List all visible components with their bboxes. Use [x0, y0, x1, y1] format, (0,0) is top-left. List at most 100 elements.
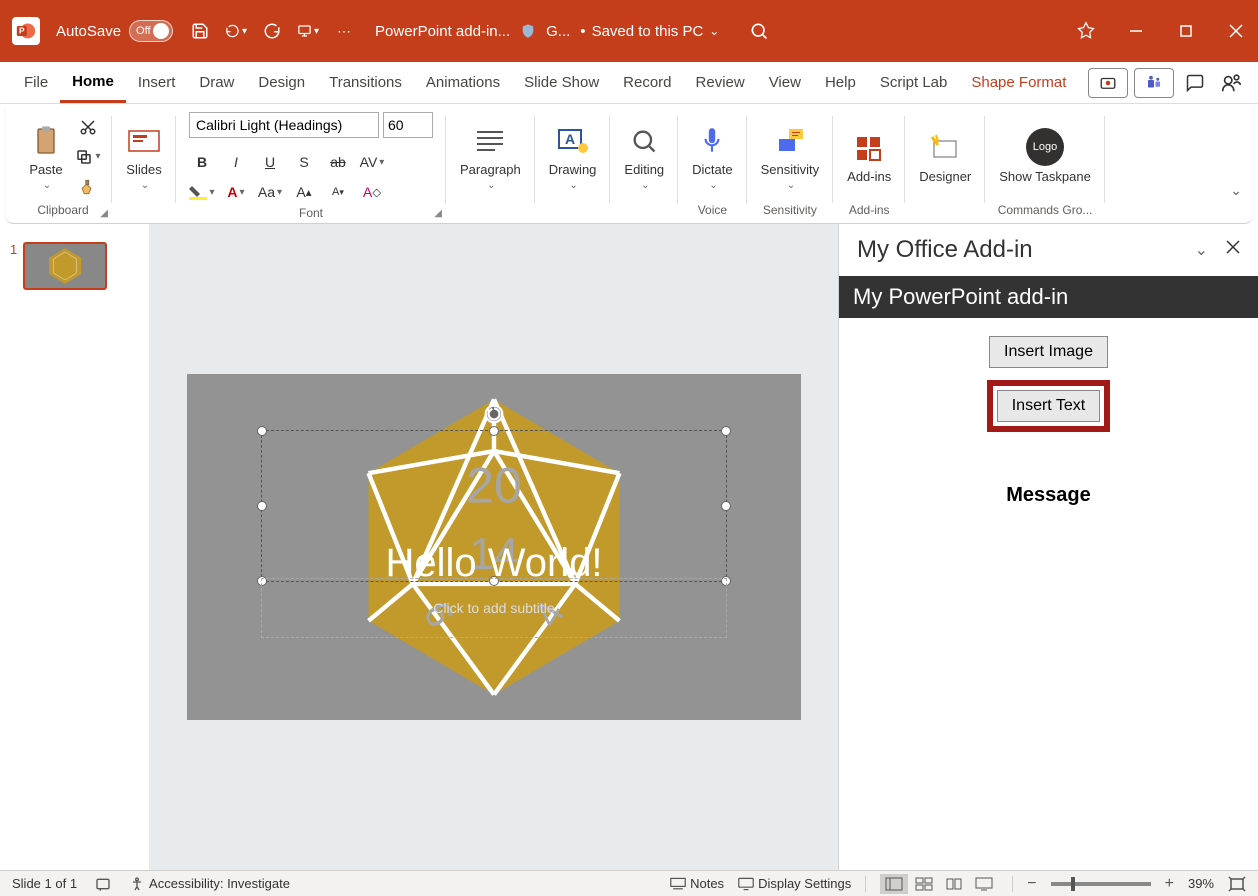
change-case-button[interactable]: Aa▾ [257, 180, 283, 204]
thumbnail-number: 1 [10, 242, 17, 257]
tab-shapeformat[interactable]: Shape Format [959, 62, 1078, 103]
clear-formatting-button[interactable]: A◇ [359, 180, 385, 204]
slide-counter[interactable]: Slide 1 of 1 [12, 876, 77, 891]
tab-scriptlab[interactable]: Script Lab [868, 62, 960, 103]
svg-text:P: P [19, 26, 25, 36]
subtitle-placeholder: Click to add subtitle [433, 600, 554, 616]
insert-text-button[interactable]: Insert Text [997, 390, 1101, 422]
notes-button[interactable]: Notes [670, 876, 724, 891]
slide-canvas[interactable]: 20 14 6 4 Hello World! Click to add subt… [150, 224, 838, 870]
highlight-button[interactable]: ▾ [189, 180, 215, 204]
insert-image-button[interactable]: Insert Image [989, 336, 1108, 368]
close-button[interactable] [1226, 21, 1246, 41]
drawing-button[interactable]: ADrawing⌄ [545, 121, 601, 193]
font-color-button[interactable]: A▾ [223, 180, 249, 204]
font-size-select[interactable] [383, 112, 433, 138]
tab-record[interactable]: Record [611, 62, 683, 103]
paste-button[interactable]: Paste⌄ [24, 121, 68, 193]
ribbon-collapse-button[interactable]: ⌄ [1230, 182, 1242, 199]
rotate-handle[interactable] [483, 403, 505, 425]
format-painter-icon[interactable] [74, 175, 102, 199]
tab-view[interactable]: View [757, 62, 813, 103]
qat-more-icon[interactable]: ⋯ [333, 20, 355, 42]
title-text-frame[interactable]: Hello World! [261, 430, 727, 582]
comments-button[interactable] [1180, 68, 1210, 98]
group-paragraph: Paragraph⌄ [446, 108, 535, 223]
quick-access-toolbar: ▾ ▾ ⋯ [189, 20, 355, 42]
tab-help[interactable]: Help [813, 62, 868, 103]
paragraph-button[interactable]: Paragraph⌄ [456, 121, 525, 193]
grow-font-button[interactable]: A▴ [291, 180, 317, 204]
tab-animations[interactable]: Animations [414, 62, 512, 103]
taskpane-banner: My PowerPoint add-in [839, 276, 1258, 318]
shadow-button[interactable]: S [291, 150, 317, 174]
maximize-button[interactable] [1176, 21, 1196, 41]
slideshow-view-button[interactable] [970, 874, 998, 894]
taskpane-close-icon[interactable] [1226, 240, 1240, 260]
taskpane-menu-icon[interactable]: ⌄ [1195, 240, 1208, 260]
designer-button[interactable]: Designer [915, 128, 975, 186]
bold-button[interactable]: B [189, 150, 215, 174]
zoom-out-button[interactable]: − [1027, 875, 1036, 893]
premium-icon[interactable] [1076, 21, 1096, 41]
zoom-slider[interactable] [1051, 882, 1151, 886]
accessibility-button[interactable]: Accessibility: Investigate [129, 876, 290, 892]
save-icon[interactable] [189, 20, 211, 42]
normal-view-button[interactable] [880, 874, 908, 894]
ribbon-tabs: File Home Insert Draw Design Transitions… [0, 62, 1258, 104]
redo-icon[interactable] [261, 20, 283, 42]
group-slides: Slides⌄ [112, 108, 176, 223]
tab-design[interactable]: Design [246, 62, 317, 103]
strikethrough-button[interactable]: ab [325, 150, 351, 174]
slide-thumbnail-1[interactable] [23, 242, 107, 290]
document-name: PowerPoint add-in... [375, 23, 510, 40]
minimize-button[interactable] [1126, 21, 1146, 41]
undo-icon[interactable]: ▾ [225, 20, 247, 42]
zoom-level[interactable]: 39% [1188, 876, 1214, 891]
autosave-label: AutoSave [56, 23, 121, 40]
tab-draw[interactable]: Draw [187, 62, 246, 103]
group-editing: Editing⌄ [610, 108, 678, 223]
addins-button[interactable]: Add-ins [843, 128, 895, 186]
subtitle-text-frame[interactable]: Click to add subtitle [261, 578, 727, 638]
tab-file[interactable]: File [12, 62, 60, 103]
tab-slideshow[interactable]: Slide Show [512, 62, 611, 103]
character-spacing-button[interactable]: AV▾ [359, 150, 385, 174]
search-button[interactable] [749, 21, 769, 41]
shield-icon [520, 22, 536, 40]
reading-view-button[interactable] [940, 874, 968, 894]
underline-button[interactable]: U [257, 150, 283, 174]
group-voice: Dictate⌄ Voice [678, 108, 746, 223]
present-icon[interactable]: ▾ [297, 20, 319, 42]
slide-1: 20 14 6 4 Hello World! Click to add subt… [187, 374, 801, 720]
save-status-dropdown[interactable]: • Saved to this PC ⌄ [580, 23, 719, 40]
language-button[interactable] [95, 876, 111, 892]
sensitivity-button[interactable]: Sensitivity⌄ [757, 121, 824, 193]
tab-transitions[interactable]: Transitions [317, 62, 414, 103]
teams-button[interactable] [1134, 68, 1174, 98]
tab-review[interactable]: Review [684, 62, 757, 103]
font-name-select[interactable] [189, 112, 379, 138]
display-settings-button[interactable]: Display Settings [738, 876, 851, 891]
fit-window-button[interactable] [1228, 876, 1246, 892]
tab-insert[interactable]: Insert [126, 62, 188, 103]
dictate-button[interactable]: Dictate⌄ [688, 121, 736, 193]
show-taskpane-button[interactable]: LogoShow Taskpane [995, 126, 1095, 187]
editing-button[interactable]: Editing⌄ [620, 121, 668, 193]
slides-button[interactable]: Slides⌄ [122, 121, 166, 193]
sorter-view-button[interactable] [910, 874, 938, 894]
camera-button[interactable] [1088, 68, 1128, 98]
share-button[interactable] [1216, 68, 1246, 98]
slide-thumbnails-panel: 1 [0, 224, 150, 870]
clipboard-dialog-launcher[interactable]: ◢ [100, 208, 108, 219]
group-addins: Add-ins Add-ins [833, 108, 905, 223]
copy-icon[interactable]: ▾ [74, 145, 102, 169]
tab-home[interactable]: Home [60, 62, 126, 103]
shrink-font-button[interactable]: A▾ [325, 180, 351, 204]
autosave-toggle[interactable]: AutoSave Off [56, 20, 173, 42]
document-title-group: PowerPoint add-in... G... • Saved to thi… [375, 22, 719, 40]
font-dialog-launcher[interactable]: ◢ [434, 208, 442, 219]
zoom-in-button[interactable]: + [1165, 875, 1174, 893]
italic-button[interactable]: I [223, 150, 249, 174]
cut-icon[interactable] [74, 115, 102, 139]
